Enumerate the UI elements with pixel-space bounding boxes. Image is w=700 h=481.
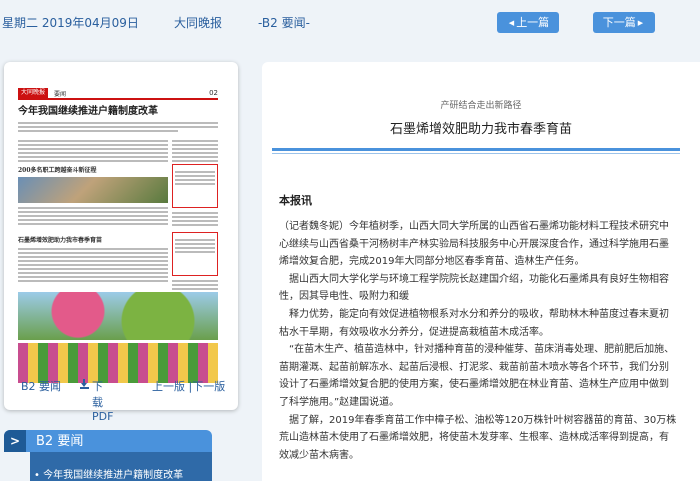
article-body: （记者魏冬妮）今年植树季，山西大同大学所属的山西省石墨烯功能材料工程技术研究中心… bbox=[279, 218, 677, 464]
issue-date: 星期二 2019年04月09日 bbox=[2, 16, 139, 30]
thumb-mid-title: 200多名职工跨越奋斗新征程 bbox=[18, 167, 97, 174]
page-label: -B2 要闻- bbox=[258, 16, 310, 30]
divider bbox=[272, 148, 680, 151]
section-article-list: • 今年我国继续推进户籍制度改革 bbox=[30, 452, 212, 481]
thumb-red-box bbox=[172, 164, 218, 208]
download-pdf-label: 下载PDF bbox=[92, 380, 114, 423]
section-nav-label: B2 要闻 bbox=[36, 434, 84, 449]
page-link[interactable]: B2 要闻 bbox=[21, 378, 61, 394]
prev-next-page-links[interactable]: 上一版 |下一版 bbox=[152, 378, 225, 394]
article-panel: 产研结合走出新路径 石墨烯增效肥助力我市春季育苗 本报讯 （记者魏冬妮）今年植树… bbox=[262, 62, 700, 481]
thumb-section: 要闻 bbox=[54, 90, 67, 98]
page-thumbnail-card: 大同晚报 要闻 02 今年我国继续推进户籍制度改革 200多名职工跨越奋斗新征程… bbox=[4, 62, 238, 423]
section-article-item[interactable]: • 今年我国继续推进户籍制度改革 bbox=[34, 466, 183, 481]
article-paragraph: 据山西大同大学化学与环境工程学院院长赵建国介绍，功能化石墨烯具有良好生物相容性，… bbox=[279, 273, 669, 303]
thumb-side-title: 石墨烯增效肥助力我市春季育苗 bbox=[18, 237, 103, 244]
next-article-button[interactable]: 下一篇 ▶ bbox=[593, 12, 655, 33]
thumb-photo bbox=[18, 177, 168, 203]
article-paragraph: 据了解，2019年春季育苗工作中樟子松、油松等120万株针叶树容器苗的育苗、30… bbox=[279, 414, 677, 461]
triangle-right-icon: ▶ bbox=[637, 19, 644, 27]
article-paragraph: 释力优势，能定向有效促进植物根系对水分和养分的吸收，帮助林木种苗度过春末夏初枯水… bbox=[279, 308, 669, 338]
download-pdf-link[interactable]: 下载PDF bbox=[80, 378, 113, 423]
prev-article-label: 上一篇 bbox=[516, 16, 550, 29]
page-thumbnail[interactable]: 大同晚报 要闻 02 今年我国继续推进户籍制度改革 200多名职工跨越奋斗新征程… bbox=[18, 88, 218, 390]
thumb-flower-photo bbox=[18, 292, 218, 340]
thumb-logo: 大同晚报 bbox=[18, 88, 49, 98]
next-article-label: 下一篇 bbox=[602, 16, 636, 29]
article-headline: 石墨烯增效肥助力我市春季育苗 bbox=[389, 122, 572, 137]
thumb-flower-photo bbox=[18, 343, 218, 383]
thumb-masthead: 大同晚报 要闻 02 bbox=[18, 88, 218, 100]
thumb-red-box bbox=[172, 232, 218, 276]
thumb-page-number: 02 bbox=[209, 89, 218, 97]
prev-article-button[interactable]: ◀ 上一篇 bbox=[497, 12, 559, 33]
article-kicker: 产研结合走出新路径 bbox=[440, 101, 522, 111]
section-nav-header[interactable]: > B2 要闻 bbox=[4, 430, 212, 452]
article-paragraph: “在苗木生产、植苗造林中，针对播种育苗的浸种催芽、苗床消毒处理、肥前肥后加施、苗… bbox=[279, 344, 675, 408]
triangle-left-icon: ◀ bbox=[508, 19, 515, 27]
chevron-right-icon: > bbox=[4, 430, 26, 452]
newspaper-name: 大同晚报 bbox=[174, 16, 223, 30]
thumb-columns: 200多名职工跨越奋斗新征程 bbox=[18, 136, 218, 228]
download-icon bbox=[80, 379, 89, 389]
article-byline: 本报讯 bbox=[279, 194, 312, 207]
article-paragraph: （记者魏冬妮）今年植树季，山西大同大学所属的山西省石墨烯功能材料工程技术研究中心… bbox=[279, 221, 669, 268]
top-bar: 星期二 2019年04月09日 大同晚报 -B2 要闻- ◀ 上一篇 下一篇 ▶ bbox=[0, 0, 700, 44]
thumb-text-block bbox=[18, 122, 218, 132]
divider bbox=[272, 153, 680, 154]
thumb-lead-title: 今年我国继续推进户籍制度改革 bbox=[18, 106, 158, 117]
